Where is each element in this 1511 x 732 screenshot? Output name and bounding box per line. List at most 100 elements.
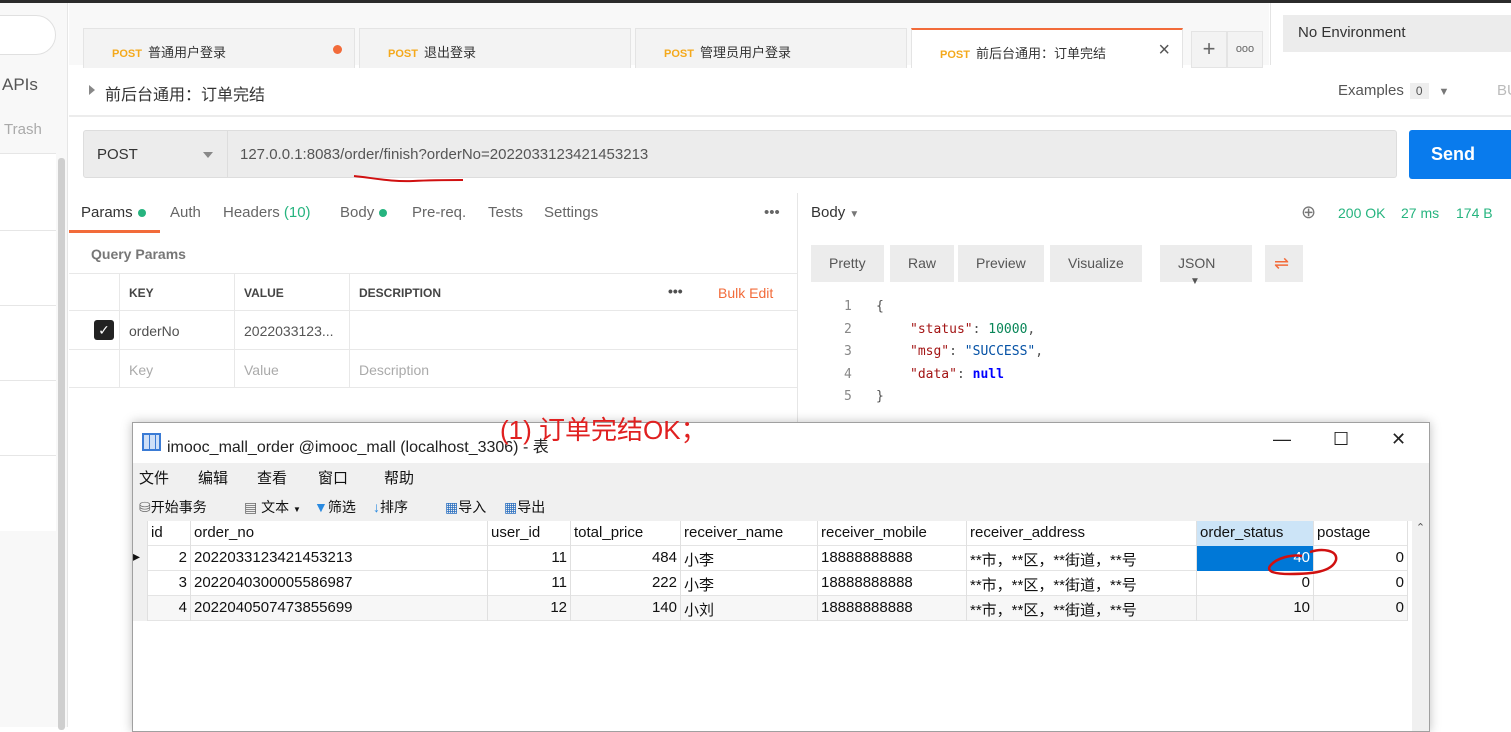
tab-admin-login[interactable]: POST 管理员用户登录 [635, 28, 907, 68]
tab-order-finish[interactable]: POST 前后台通用：订单完结 × [911, 28, 1183, 68]
cell-receiver-mobile[interactable]: 18888888888 [818, 596, 967, 621]
filter-button[interactable]: ▼筛选 [314, 497, 356, 517]
column-header-order-no[interactable]: order_no [191, 521, 488, 546]
new-tab-button[interactable]: + [1191, 31, 1227, 68]
scroll-up-icon[interactable]: ⌃ [1412, 521, 1429, 534]
cell-receiver-mobile[interactable]: 18888888888 [818, 571, 967, 596]
cell-receiver-address[interactable]: **市，**区，**街道，**号 [967, 571, 1197, 596]
param-checkbox[interactable]: ✓ [94, 320, 114, 340]
examples-dropdown[interactable]: Examples 0 ▼ [1338, 82, 1449, 99]
cell-receiver-mobile[interactable]: 18888888888 [818, 546, 967, 571]
key-placeholder[interactable]: Key [119, 350, 234, 387]
cell-id[interactable]: 2 [148, 546, 191, 571]
cell-user-id[interactable]: 11 [488, 571, 571, 596]
cell-order-no[interactable]: 2022033123421453213 [191, 546, 488, 571]
column-header-user-id[interactable]: user_id [488, 521, 571, 546]
cell-order-status[interactable]: 10 [1197, 596, 1314, 621]
tab-more-button[interactable]: ooo [1227, 31, 1263, 68]
cell-total-price[interactable]: 222 [571, 571, 681, 596]
send-button[interactable]: Send [1409, 130, 1511, 179]
cell-receiver-name[interactable]: 小李 [681, 571, 818, 596]
environment-select[interactable]: No Environment [1283, 15, 1511, 52]
cell-user-id[interactable]: 11 [488, 546, 571, 571]
format-select[interactable]: JSON ▼ [1160, 245, 1252, 287]
divider [0, 305, 56, 306]
tab-params[interactable]: Params [81, 204, 146, 221]
import-button[interactable]: ▦导入 [445, 497, 486, 517]
cell-id[interactable]: 3 [148, 571, 191, 596]
cell-user-id[interactable]: 12 [488, 596, 571, 621]
menu-view[interactable]: 查看 [257, 467, 287, 488]
active-tab-indicator [69, 230, 160, 233]
close-window-button[interactable]: ✕ [1391, 429, 1406, 450]
sidebar-item-trash[interactable]: Trash [4, 121, 42, 138]
json-line-msg: "msg": "SUCCESS", [910, 344, 1044, 359]
menu-window[interactable]: 窗口 [318, 467, 348, 488]
tab-settings[interactable]: Settings [544, 204, 598, 221]
build-button[interactable]: BU [1497, 82, 1511, 99]
column-header-order-status[interactable]: order_status [1197, 521, 1314, 546]
tab-body[interactable]: Body [340, 204, 388, 221]
menu-file[interactable]: 文件 [139, 467, 169, 488]
tab-auth[interactable]: Auth [170, 204, 201, 221]
url-input[interactable]: 127.0.0.1:8083/order/finish?orderNo=2022… [228, 130, 1397, 178]
sidebar-scrollbar[interactable] [58, 158, 65, 730]
view-raw[interactable]: Raw [890, 245, 955, 282]
sort-button[interactable]: ↓排序 [373, 497, 408, 517]
more-options-button[interactable]: ••• [764, 204, 780, 221]
minimize-button[interactable]: — [1273, 429, 1291, 450]
cell-postage[interactable]: 0 [1314, 596, 1408, 621]
wrap-lines-icon[interactable]: ⇌ [1265, 245, 1303, 282]
value-placeholder[interactable]: Value [234, 350, 349, 387]
column-header-receiver-mobile[interactable]: receiver_mobile [818, 521, 967, 546]
divider [0, 230, 56, 231]
tab-logout[interactable]: POST 退出登录 [359, 28, 631, 68]
tab-headers[interactable]: Headers (10) [223, 204, 311, 221]
cell-receiver-name[interactable]: 小刘 [681, 596, 818, 621]
tab-prereq[interactable]: Pre-req. [412, 204, 466, 221]
column-header-postage[interactable]: postage [1314, 521, 1408, 546]
tab-tests[interactable]: Tests [488, 204, 523, 221]
column-header-receiver-address[interactable]: receiver_address [967, 521, 1197, 546]
close-icon[interactable]: × [1158, 39, 1170, 62]
column-header-id[interactable]: id [148, 521, 191, 546]
method-select[interactable]: POST [83, 130, 228, 178]
sidebar-item-apis[interactable]: APIs [2, 75, 38, 95]
row-indicator[interactable] [133, 521, 148, 546]
cell-total-price[interactable]: 140 [571, 596, 681, 621]
column-header-total-price[interactable]: total_price [571, 521, 681, 546]
maximize-button[interactable]: ☐ [1333, 429, 1349, 450]
view-preview[interactable]: Preview [958, 245, 1044, 282]
column-header-receiver-name[interactable]: receiver_name [681, 521, 818, 546]
globe-icon[interactable]: ⊕ [1301, 202, 1316, 223]
cell-order-no[interactable]: 2022040507473855699 [191, 596, 488, 621]
begin-transaction-button[interactable]: ⛁开始事务 [139, 497, 207, 517]
cell-id[interactable]: 4 [148, 596, 191, 621]
cell-total-price[interactable]: 484 [571, 546, 681, 571]
cell-order-no[interactable]: 2022040300005586987 [191, 571, 488, 596]
description-placeholder[interactable]: Description [349, 350, 797, 387]
cell-receiver-address[interactable]: **市，**区，**街道，**号 [967, 596, 1197, 621]
cell-receiver-address[interactable]: **市，**区，**街道，**号 [967, 546, 1197, 571]
view-pretty[interactable]: Pretty [811, 245, 884, 282]
cell-receiver-name[interactable]: 小李 [681, 546, 818, 571]
response-size: 174 B [1456, 205, 1493, 221]
sidebar-search[interactable] [0, 15, 56, 55]
param-key[interactable]: orderNo [119, 311, 234, 349]
response-body-dropdown[interactable]: Body ▼ [811, 204, 859, 221]
row-indicator[interactable]: ▸ [133, 546, 148, 571]
export-button[interactable]: ▦导出 [504, 497, 545, 517]
param-value[interactable]: 2022033123... [234, 311, 349, 349]
caret-right-icon[interactable] [89, 85, 95, 95]
vertical-scrollbar[interactable]: ⌃ [1412, 521, 1429, 731]
text-button[interactable]: ▤ 文本 ▼ [244, 497, 301, 517]
indicator-dot-icon [379, 209, 388, 218]
view-visualize[interactable]: Visualize [1050, 245, 1142, 282]
row-indicator[interactable] [133, 571, 148, 596]
menu-help[interactable]: 帮助 [384, 467, 414, 488]
bulk-edit-button[interactable]: Bulk Edit [709, 274, 797, 310]
menu-edit[interactable]: 编辑 [198, 467, 228, 488]
param-description[interactable] [349, 311, 797, 349]
row-indicator[interactable] [133, 596, 148, 621]
tab-user-login[interactable]: POST 普通用户登录 [83, 28, 355, 68]
